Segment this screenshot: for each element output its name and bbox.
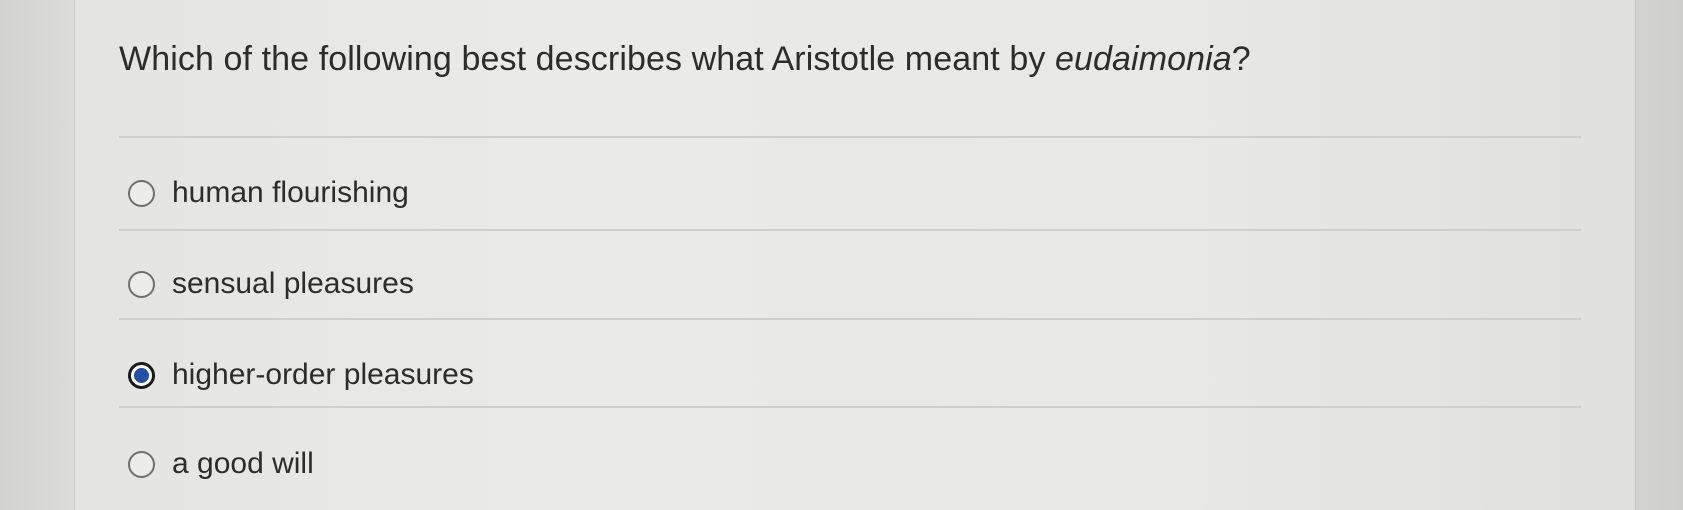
answer-option-label[interactable]: a good will [172,447,314,481]
answer-option-3[interactable]: higher-order pleasures [128,353,474,397]
question-prefix: Which of the following best describes wh… [119,40,1055,78]
answer-option-4[interactable]: a good will [128,442,314,486]
answer-option-label[interactable]: human flourishing [172,176,409,210]
question-text: Which of the following best describes wh… [119,40,1251,79]
radio-button-icon[interactable] [128,270,155,298]
divider [119,136,1581,138]
divider [119,406,1581,408]
radio-button-icon[interactable] [128,450,155,478]
divider [119,229,1581,231]
answer-option-label[interactable]: higher-order pleasures [172,358,474,392]
question-emphasis: eudaimonia [1055,40,1232,78]
radio-button-icon[interactable] [128,179,155,207]
answer-option-2[interactable]: sensual pleasures [128,262,414,306]
answer-option-label[interactable]: sensual pleasures [172,267,414,301]
answer-option-1[interactable]: human flourishing [128,171,409,215]
question-suffix: ? [1231,40,1251,78]
divider [119,318,1581,320]
radio-button-selected-icon[interactable] [128,361,155,389]
